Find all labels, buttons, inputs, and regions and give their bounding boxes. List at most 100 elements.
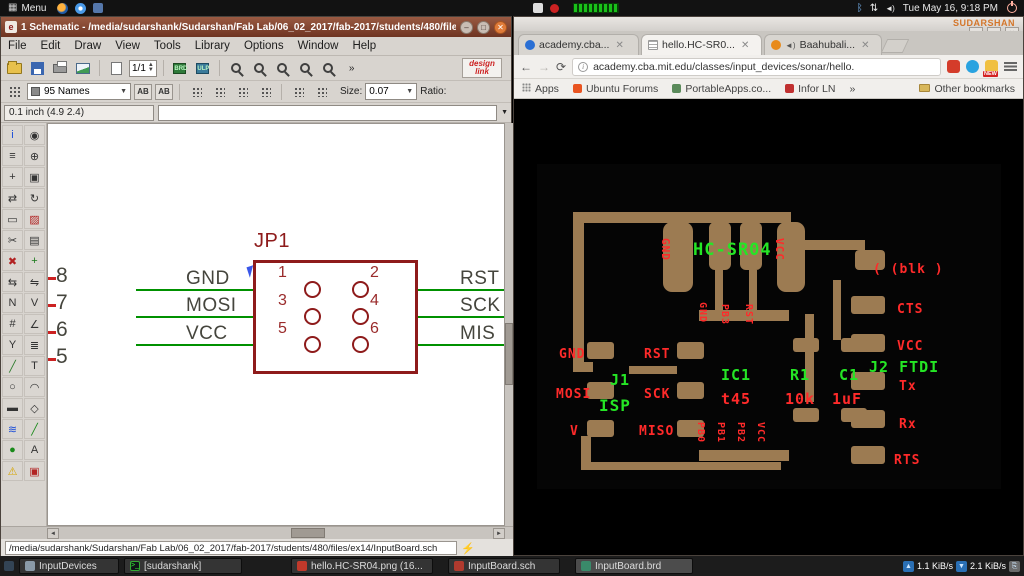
layer-dropdown[interactable]: 95 Names ▼ <box>27 83 131 100</box>
open-icon[interactable] <box>4 58 24 78</box>
pin-pad[interactable] <box>352 336 369 353</box>
page-info-icon[interactable]: i <box>578 61 589 72</box>
menu-options[interactable]: Options <box>237 40 291 52</box>
design-link-button[interactable]: design link <box>462 58 502 78</box>
pin-pad[interactable] <box>304 336 321 353</box>
close-button[interactable]: ✕ <box>494 20 507 34</box>
value-tool-icon[interactable]: V <box>24 293 45 313</box>
net-tool-icon[interactable]: ╱ <box>24 419 45 439</box>
split-tool-icon[interactable]: Y <box>2 335 23 355</box>
label-tool-icon[interactable]: A <box>24 440 45 460</box>
menu-library[interactable]: Library <box>188 40 237 52</box>
maximize-button[interactable]: □ <box>477 20 490 34</box>
display-layers-tool-icon[interactable]: ≡ <box>2 146 23 166</box>
net-label[interactable]: RST <box>460 268 500 290</box>
zoom-in-icon[interactable] <box>249 58 269 78</box>
extension-icon-3[interactable]: NEW <box>983 60 998 77</box>
zoom-select-icon[interactable] <box>318 58 338 78</box>
bus-tool-icon[interactable]: ≋ <box>2 419 23 439</box>
net-number[interactable]: 7 <box>56 291 68 315</box>
add-part-tool-icon[interactable]: + <box>24 251 45 271</box>
text-style-ab-button-1[interactable]: AB <box>134 83 152 100</box>
menu-draw[interactable]: Draw <box>67 40 108 52</box>
errors-tool-icon[interactable]: ▣ <box>24 461 45 481</box>
page-content[interactable]: HC-SR04 GND VCC ( (blk ) CTS VCC J2 FTDI Tx Rx RT… <box>514 99 1023 555</box>
pinswap-tool-icon[interactable]: ⇆ <box>2 272 23 292</box>
pin-pad[interactable] <box>304 308 321 325</box>
volume-icon[interactable]: ◄) <box>885 4 895 13</box>
schematic-canvas[interactable]: 8 7 6 5 GND MOSI VCC RST SCK MIS JP1 1 2… <box>47 123 505 526</box>
browser-menu-icon[interactable] <box>1004 62 1017 71</box>
bookmark-ubuntu-forums[interactable]: Ubuntu Forums <box>572 83 658 95</box>
task-terminal[interactable]: >_ [sudarshank] <box>124 558 242 574</box>
task-inputboard-sch[interactable]: InputBoard.sch <box>448 558 560 574</box>
align-grid-icon-6[interactable] <box>311 82 331 102</box>
grid-icon[interactable] <box>4 82 24 102</box>
vertical-scrollbar[interactable] <box>505 123 513 526</box>
erc-tool-icon[interactable]: ⚠ <box>2 461 23 481</box>
pin-pad[interactable] <box>352 281 369 298</box>
bookmark-apps[interactable]: Apps <box>522 82 559 95</box>
miter-tool-icon[interactable]: ∠ <box>24 314 45 334</box>
save-icon[interactable] <box>27 58 47 78</box>
circle-tool-icon[interactable]: ○ <box>2 377 23 397</box>
align-grid-icon-2[interactable] <box>209 82 229 102</box>
polygon-tool-icon[interactable]: ◇ <box>24 398 45 418</box>
eagle-titlebar[interactable]: e 1 Schematic - /media/sudarshank/Sudars… <box>1 17 511 37</box>
text-tool-icon[interactable]: T <box>24 356 45 376</box>
size-dropdown[interactable]: 0.07 ▼ <box>365 83 418 100</box>
bookmark-portableapps[interactable]: PortableApps.co... <box>672 83 771 95</box>
bookmarks-overflow-chevron[interactable]: » <box>849 83 855 95</box>
power-icon[interactable] <box>1007 1 1017 13</box>
junction-tool-icon[interactable]: ● <box>2 440 23 460</box>
command-caret-icon[interactable]: ▼ <box>501 109 508 116</box>
tab-close-icon[interactable]: ✕ <box>861 40 869 51</box>
net-label[interactable]: SCK <box>460 295 501 317</box>
recording-indicator-icon[interactable] <box>550 3 560 13</box>
horizontal-scrollbar-thumb[interactable] <box>291 528 325 538</box>
zoom-out-icon[interactable] <box>272 58 292 78</box>
scroll-right-icon[interactable]: ► <box>493 528 505 539</box>
keyboard-indicator-icon[interactable] <box>533 3 544 13</box>
name-tool-icon[interactable]: N <box>2 293 23 313</box>
screenshot-launcher-icon[interactable] <box>93 3 104 13</box>
cut-tool-icon[interactable]: ✂ <box>2 230 23 250</box>
tab-baahubali[interactable]: ◄) Baahubali... ✕ <box>764 34 882 55</box>
open-board-icon[interactable]: BRD <box>170 58 190 78</box>
firefox-launcher-icon[interactable] <box>57 2 69 14</box>
net-label[interactable]: GND <box>186 268 230 290</box>
tab-close-icon[interactable]: ✕ <box>741 40 749 51</box>
task-inputboard-brd[interactable]: InputBoard.brd <box>575 558 693 574</box>
zoom-redraw-icon[interactable] <box>295 58 315 78</box>
gateswap-tool-icon[interactable]: ⇋ <box>24 272 45 292</box>
part-name[interactable]: JP1 <box>254 230 290 253</box>
network-monitor[interactable]: ▲ 1.1 KiB/s ▼ 2.1 KiB/s ⎘ <box>902 560 1020 572</box>
run-ulp-icon[interactable]: ULP <box>193 58 213 78</box>
align-grid-icon-1[interactable] <box>186 82 206 102</box>
net-number[interactable]: 6 <box>56 318 68 342</box>
clock[interactable]: Tue May 16, 9:18 PM <box>903 3 998 14</box>
net-label[interactable]: MIS <box>460 323 495 345</box>
info-tool-icon[interactable]: i <box>2 125 23 145</box>
net-number[interactable]: 8 <box>56 264 68 288</box>
net-label[interactable]: MOSI <box>186 295 237 317</box>
move-tool-icon[interactable]: + <box>2 167 23 187</box>
align-grid-icon-4[interactable] <box>255 82 275 102</box>
arc-tool-icon[interactable]: ◠ <box>24 377 45 397</box>
change-tool-icon[interactable]: ▨ <box>24 209 45 229</box>
other-bookmarks[interactable]: Other bookmarks <box>919 83 1015 95</box>
copy-tool-icon[interactable]: ▣ <box>24 167 45 187</box>
refresh-icon[interactable]: ⟳ <box>556 60 566 74</box>
pin-pad[interactable] <box>352 308 369 325</box>
command-input[interactable] <box>158 104 498 121</box>
menu-view[interactable]: View <box>108 40 147 52</box>
sheet-selector[interactable]: 1/1 ▲ ▼ <box>129 59 157 77</box>
invoke-tool-icon[interactable]: ≣ <box>24 335 45 355</box>
tab-audio-icon[interactable]: ◄) <box>785 41 796 50</box>
spinner-arrows-icon[interactable]: ▲ ▼ <box>148 62 154 73</box>
mark-tool-icon[interactable]: ⊕ <box>24 146 45 166</box>
net-label[interactable]: VCC <box>186 323 228 345</box>
menu-window[interactable]: Window <box>291 40 346 52</box>
rotate-tool-icon[interactable]: ↻ <box>24 188 45 208</box>
new-tab-button[interactable] <box>880 39 910 53</box>
